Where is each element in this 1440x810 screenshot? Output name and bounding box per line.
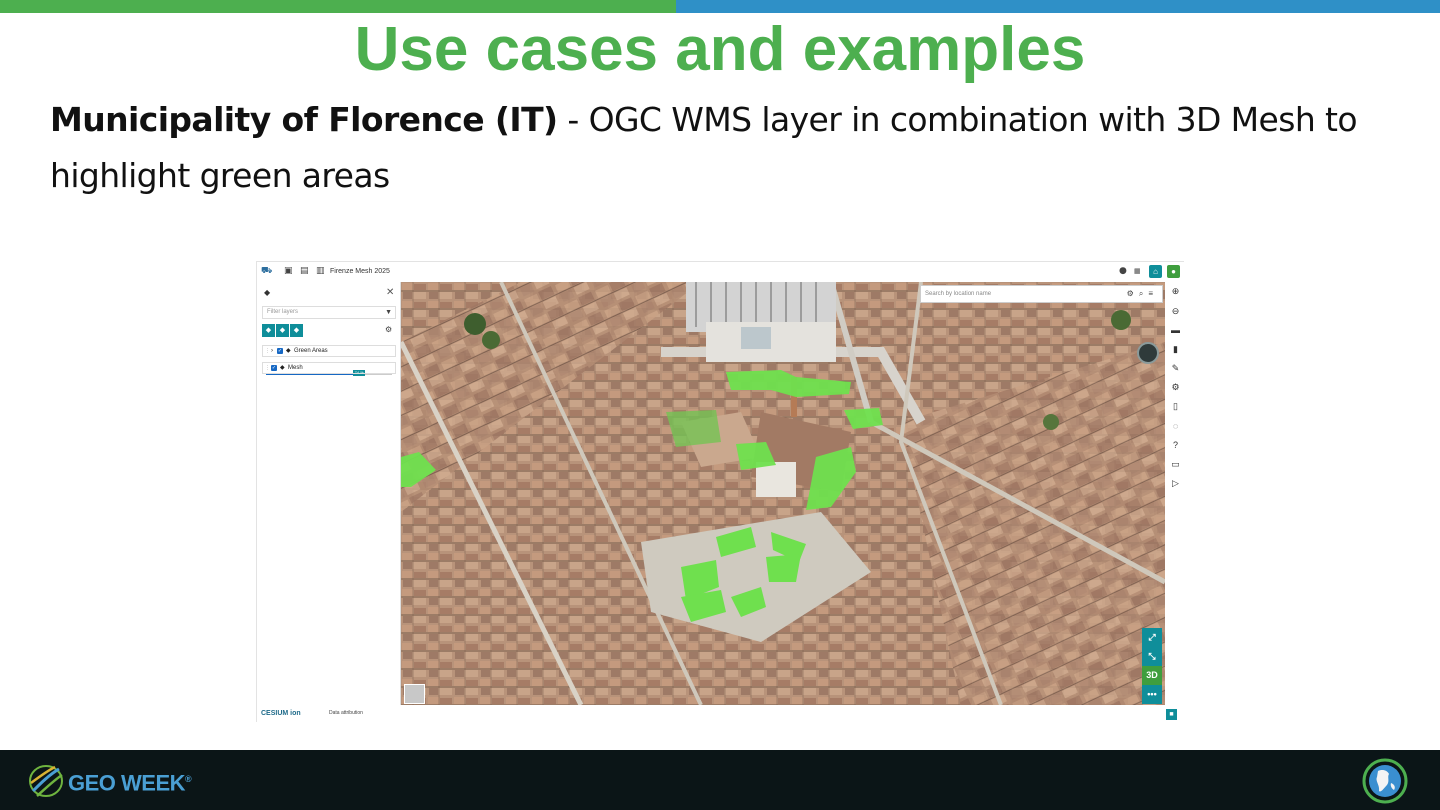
filter-icon[interactable]: ▼: [385, 307, 392, 318]
trash-icon[interactable]: ■: [1166, 709, 1177, 720]
download-icon[interactable]: ⊖: [1169, 305, 1182, 318]
background-layer-button[interactable]: ◆: [290, 324, 303, 337]
geo-week-logo-icon: [29, 765, 63, 797]
cesium-logo: CESIUM ion: [261, 710, 301, 717]
slide-subtitle: Municipality of Florence (IT) - OGC WMS …: [50, 92, 1390, 204]
layer-type-icon: ◆: [280, 365, 285, 371]
close-panel-icon[interactable]: ✕: [386, 287, 394, 298]
drag-handle-icon[interactable]: ⋮: [265, 346, 270, 356]
panel-settings-icon[interactable]: ⚙: [385, 325, 392, 334]
home-button[interactable]: ⌂: [1149, 265, 1162, 278]
map-info-icon[interactable]: ▥: [316, 266, 325, 277]
layers-panel: ◆ ✕ Filter layers ▼ ◆ ◆ ◆ ⚙ ⋮ › ✓ ◆ Gree…: [258, 282, 401, 705]
right-toolbar: ⊕ ⊖ ▬ ▮ ✎ ⚙ ▯ ◌ ? ▭ ▷: [1166, 282, 1184, 705]
share-icon[interactable]: ◌: [1169, 420, 1182, 433]
folder-icon[interactable]: ▬: [1169, 324, 1182, 337]
layer-type-icon: ◆: [286, 348, 291, 354]
mesh-imagery: [401, 282, 1165, 705]
map-name: Firenze Mesh 2025: [330, 268, 390, 275]
registered-mark: ®: [185, 774, 192, 784]
basemap-thumbnail[interactable]: [404, 684, 425, 704]
layer-item-green-areas[interactable]: ⋮ › ✓ ◆ Green Areas: [262, 345, 396, 357]
globe-icon: [1362, 758, 1408, 804]
footer-bar: GEO WEEK®: [0, 750, 1440, 810]
save-icon[interactable]: ▤: [300, 266, 309, 277]
upload-icon[interactable]: ⊕: [1169, 285, 1182, 298]
top-bar-green: [0, 0, 676, 13]
new-map-icon[interactable]: ▣: [284, 266, 293, 277]
compass-icon[interactable]: [1137, 342, 1159, 364]
chart-icon[interactable]: ▮: [1169, 343, 1182, 356]
search-placeholder: Search by location name: [925, 291, 992, 297]
top-color-bar: [0, 0, 1440, 13]
app-logo-icon: ⛟: [261, 266, 273, 276]
book-icon[interactable]: ▭: [1169, 458, 1182, 471]
app-header: ⛟ ▣ ▤ ▥ Firenze Mesh 2025 ● ▦ ⌂ ●: [257, 262, 1185, 282]
add-layer-button[interactable]: ◆: [262, 324, 275, 337]
measure-icon[interactable]: ▯: [1169, 400, 1182, 413]
zoom-extent-button[interactable]: ⤡: [1142, 647, 1162, 666]
view-mode-button[interactable]: 3D: [1142, 666, 1162, 685]
fullscreen-button[interactable]: ⤢: [1142, 628, 1162, 647]
filter-placeholder: Filter layers: [267, 309, 299, 315]
layer-name: Green Areas: [294, 348, 328, 354]
pencil-icon[interactable]: ✎: [1169, 362, 1182, 375]
brand-name: GEO WEEK: [68, 770, 186, 796]
expand-chevron-icon[interactable]: ›: [271, 346, 273, 356]
route-icon[interactable]: ▷: [1169, 477, 1182, 490]
language-flag-icon[interactable]: ▦: [1134, 266, 1141, 277]
layer-checkbox[interactable]: ✓: [277, 348, 283, 354]
help-icon[interactable]: ?: [1169, 439, 1182, 452]
location-search-input[interactable]: Search by location name ⚙⌕≡: [920, 285, 1163, 303]
gis-app-screenshot: ⛟ ▣ ▤ ▥ Firenze Mesh 2025 ● ▦ ⌂ ● ◆ ✕ Fi…: [256, 261, 1185, 722]
more-tools-button[interactable]: •••: [1142, 685, 1162, 704]
layer-checkbox[interactable]: ✓: [271, 365, 277, 371]
layers-icon: ◆: [264, 288, 271, 297]
user-button[interactable]: ●: [1167, 265, 1180, 278]
3d-map-view[interactable]: Search by location name ⚙⌕≡ ⤢ ⤡ 3D •••: [401, 282, 1165, 705]
search-tools[interactable]: ⚙⌕≡: [1127, 286, 1158, 302]
add-group-button[interactable]: ◆: [276, 324, 289, 337]
layer-name: Mesh: [288, 365, 303, 371]
subtitle-bold: Municipality of Florence (IT): [50, 100, 558, 139]
info-icon[interactable]: ●: [1119, 266, 1127, 277]
drag-handle-icon[interactable]: ⋮: [265, 363, 270, 373]
data-attribution-link[interactable]: Data attribution: [329, 710, 363, 716]
settings-icon[interactable]: ⚙: [1169, 381, 1182, 394]
slide-title: Use cases and examples: [354, 15, 1086, 84]
app-footer: CESIUM ion Data attribution ■: [257, 705, 1185, 722]
filter-layers-input[interactable]: Filter layers ▼: [262, 306, 396, 319]
geo-week-brand: GEO WEEK®: [68, 767, 192, 796]
top-bar-blue: [676, 0, 1440, 13]
layer-item-mesh[interactable]: ⋮ ✓ ◆ Mesh: [262, 362, 396, 374]
